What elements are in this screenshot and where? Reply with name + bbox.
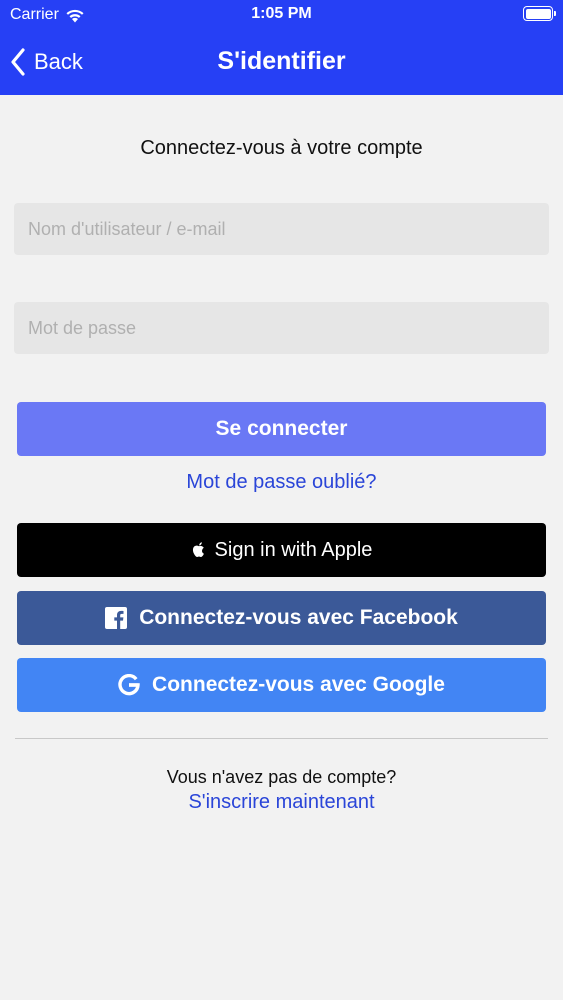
google-icon — [118, 674, 140, 696]
forgot-password-link[interactable]: Mot de passe oublié? — [0, 471, 563, 494]
divider — [15, 738, 548, 739]
nav-bar: Back S'identifier — [0, 30, 563, 95]
facebook-login-label: Connectez-vous avec Facebook — [139, 606, 458, 629]
page-title: S'identifier — [217, 47, 346, 75]
login-button-label: Se connecter — [215, 417, 348, 440]
battery-icon — [523, 6, 556, 21]
facebook-icon — [105, 607, 128, 629]
status-bar: Carrier 1:05 PM — [0, 0, 563, 30]
header: Carrier 1:05 PM Back S'identifier — [0, 0, 563, 95]
signup-link[interactable]: S'inscrire maintenant — [0, 791, 563, 814]
status-time: 1:05 PM — [251, 5, 312, 22]
facebook-login-button[interactable]: Connectez-vous avec Facebook — [17, 591, 546, 645]
login-button[interactable]: Se connecter — [17, 402, 546, 456]
apple-icon — [191, 541, 207, 559]
apple-signin-button[interactable]: Sign in with Apple — [17, 523, 546, 577]
password-input[interactable] — [14, 302, 549, 354]
google-login-label: Connectez-vous avec Google — [152, 673, 445, 696]
username-input[interactable] — [14, 203, 549, 255]
apple-signin-label: Sign in with Apple — [214, 538, 373, 561]
no-account-text: Vous n'avez pas de compte? — [166, 767, 397, 787]
login-subtitle: Connectez-vous à votre compte — [140, 137, 423, 159]
google-login-button[interactable]: Connectez-vous avec Google — [17, 658, 546, 712]
